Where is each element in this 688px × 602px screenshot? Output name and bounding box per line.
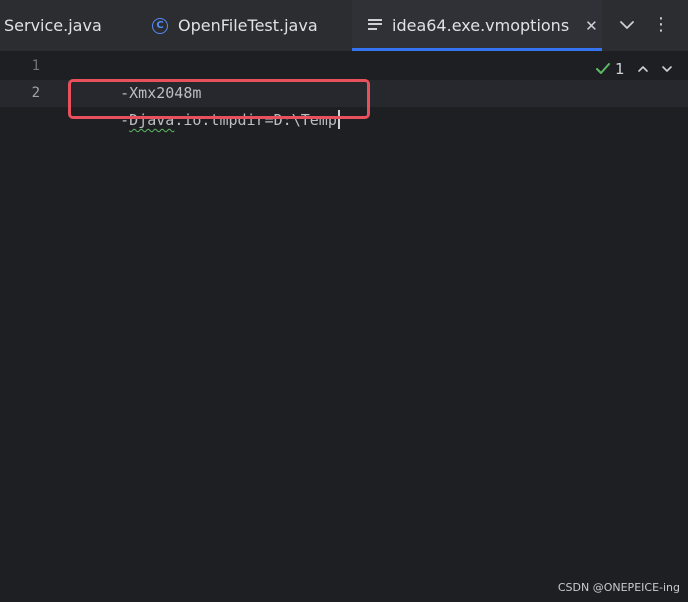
active-tab-indicator — [352, 48, 602, 51]
text-file-icon — [368, 18, 382, 33]
tab-idea64-vmoptions[interactable]: idea64.exe.vmoptions ✕ — [352, 0, 602, 51]
chevron-down-icon[interactable] — [618, 16, 636, 34]
tab-service-java[interactable]: Service.java — [0, 0, 136, 51]
inspection-count: 1 — [615, 60, 625, 78]
tab-openfiletest-java[interactable]: C OpenFileTest.java — [136, 0, 352, 51]
more-options-icon[interactable]: ⋮ — [652, 14, 670, 36]
check-icon — [596, 63, 610, 74]
tab-label: Service.java — [4, 16, 102, 35]
close-icon[interactable]: ✕ — [585, 17, 598, 35]
line-number: 2 — [31, 85, 40, 101]
tab-label: OpenFileTest.java — [178, 16, 318, 35]
annotation-highlight-box — [68, 79, 370, 119]
inspection-widget[interactable]: 1 — [595, 58, 673, 80]
watermark: CSDN @ONEPEICE-ing — [557, 581, 680, 594]
tab-label: idea64.exe.vmoptions — [392, 16, 570, 35]
code-line[interactable]: -Xmx2048m — [84, 53, 201, 102]
chevron-up-icon[interactable] — [637, 63, 649, 75]
tab-actions: ⋮ — [602, 0, 688, 51]
code-editor[interactable]: 1 2 -Xmx2048m -Djava.io.tmpdir=D:\Temp 1 — [0, 52, 688, 602]
chevron-down-icon[interactable] — [661, 63, 673, 75]
java-class-icon: C — [152, 17, 168, 34]
line-number: 1 — [31, 58, 40, 74]
editor-tab-bar: Service.java C OpenFileTest.java idea64.… — [0, 0, 688, 52]
